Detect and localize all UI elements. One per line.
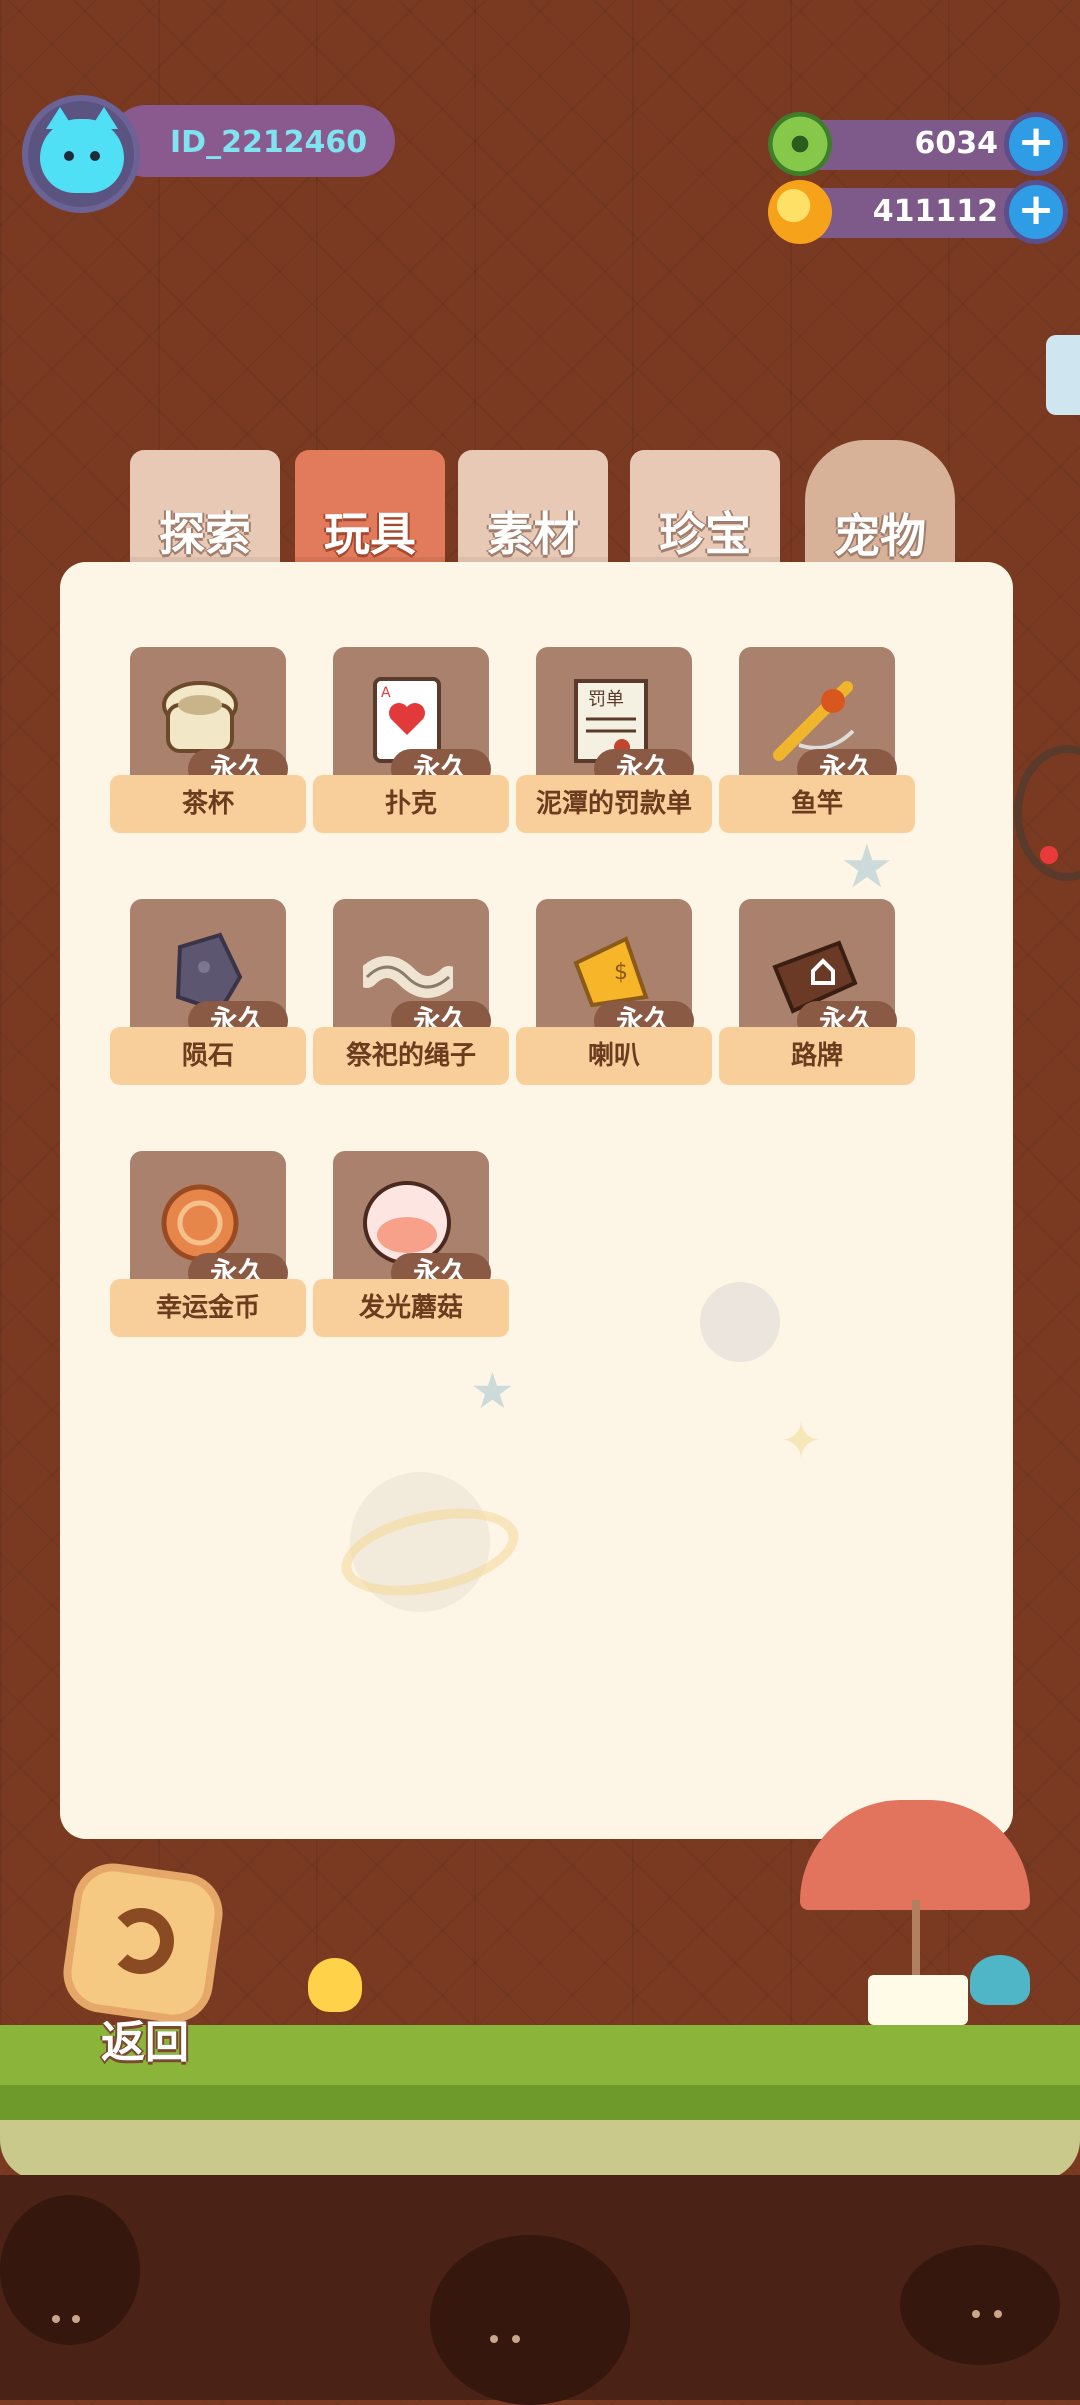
gold-coin-icon (768, 180, 832, 244)
item-card[interactable]: 永久 鱼竿 (719, 647, 919, 842)
tab-pets[interactable]: 宠物 (805, 440, 955, 570)
item-label: 路牌 (719, 1027, 915, 1085)
gem-count: 6034 (914, 126, 999, 161)
item-label: 茶杯 (110, 775, 306, 833)
side-key-button[interactable] (1046, 335, 1080, 415)
gem-coin-icon (768, 112, 832, 176)
inventory-panel: ★ ★ ✦ 永久 茶杯 A 永久 扑克 罚单 永久 泥潭的罚款单 永久 鱼竿 永… (60, 562, 1013, 1839)
item-card[interactable]: 永久 茶杯 (110, 647, 310, 842)
item-card[interactable]: 永久 祭祀的绳子 (313, 899, 513, 1094)
item-label: 陨石 (110, 1027, 306, 1085)
tab-treasures[interactable]: 珍宝 (630, 450, 780, 565)
table-decoration (868, 1975, 968, 2025)
item-label: 鱼竿 (719, 775, 915, 833)
planet-decoration (700, 1282, 780, 1362)
item-label: 泥潭的罚款单 (516, 775, 712, 833)
cat-avatar-icon (40, 107, 124, 193)
item-label: 喇叭 (516, 1027, 712, 1085)
item-card[interactable]: 永久 陨石 (110, 899, 310, 1094)
add-gold-button[interactable]: + (1004, 180, 1068, 244)
sleeping-slime-character[interactable] (970, 1955, 1030, 2005)
gold-count: 411112 (872, 194, 998, 229)
player-id: ID_2212460 (170, 125, 368, 160)
star-decoration: ★ (470, 1362, 515, 1420)
gem-currency: 6034 + (768, 112, 1068, 176)
back-label: 返回 (101, 2017, 189, 2068)
notification-dot (1040, 846, 1058, 864)
add-gems-button[interactable]: + (1004, 112, 1068, 176)
tab-explore[interactable]: 探索 (130, 450, 280, 565)
item-label: 扑克 (313, 775, 509, 833)
item-card[interactable]: 永久 发光蘑菇 (313, 1151, 513, 1346)
svg-text:$: $ (614, 960, 628, 985)
tab-materials[interactable]: 素材 (458, 450, 608, 565)
sparkle-decoration: ✦ (780, 1412, 822, 1470)
item-card[interactable]: 永久 路牌 (719, 899, 919, 1094)
chick-character[interactable] (308, 1958, 362, 2012)
item-card[interactable]: A 永久 扑克 (313, 647, 513, 842)
fine-ticket-text: 罚单 (588, 689, 624, 710)
player-profile[interactable]: ID_2212460 (20, 95, 395, 215)
avatar[interactable] (22, 95, 140, 213)
svg-text:A: A (381, 685, 391, 701)
item-label: 发光蘑菇 (313, 1279, 509, 1337)
item-label: 祭祀的绳子 (313, 1027, 509, 1085)
tab-toys[interactable]: 玩具 (295, 450, 445, 565)
item-card[interactable]: 永久 幸运金币 (110, 1151, 310, 1346)
return-arrow-icon (108, 1908, 174, 1974)
item-card[interactable]: 罚单 永久 泥潭的罚款单 (516, 647, 716, 842)
underground (0, 2175, 1080, 2405)
star-decoration: ★ (840, 832, 894, 902)
item-label: 幸运金币 (110, 1279, 306, 1337)
gold-currency: 411112 + (768, 180, 1068, 244)
back-button[interactable]: 返回 (58, 1858, 230, 2068)
item-card[interactable]: $ 永久 喇叭 (516, 899, 716, 1094)
